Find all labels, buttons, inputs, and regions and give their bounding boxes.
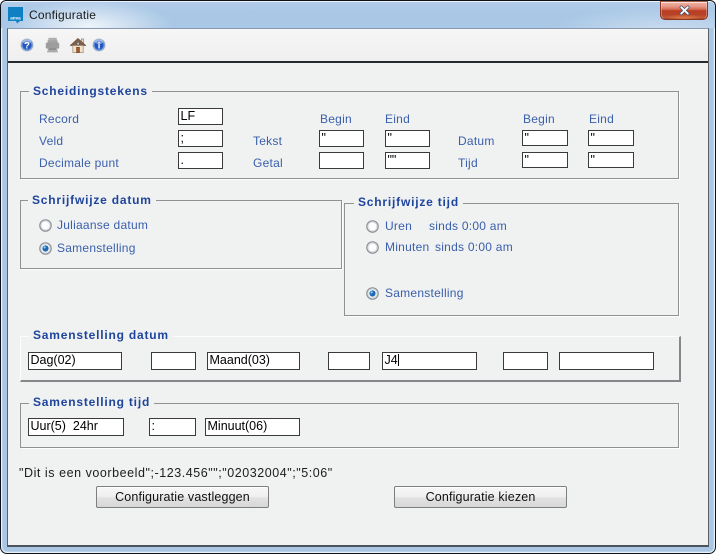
svg-text:?: ? <box>24 40 30 50</box>
svg-text:i: i <box>98 40 101 50</box>
svg-text:anva: anva <box>10 16 21 21</box>
